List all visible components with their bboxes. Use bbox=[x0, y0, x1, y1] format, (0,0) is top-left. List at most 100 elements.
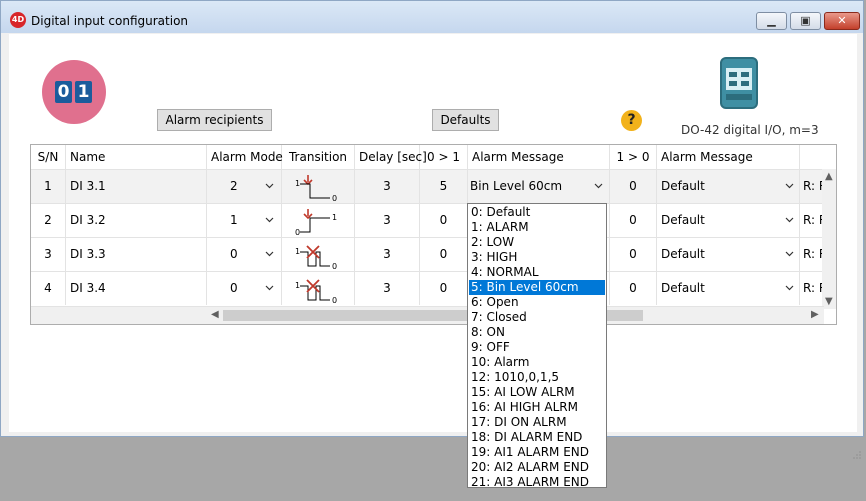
app-4d-icon: 4D bbox=[10, 12, 26, 28]
cell-name[interactable]: DI 3.1 bbox=[66, 170, 207, 203]
header-sn[interactable]: S/N bbox=[31, 145, 66, 169]
title-bar[interactable]: 4D Digital input configuration ▁ ▣ ✕ bbox=[1, 1, 863, 33]
dropdown-option[interactable]: 2: LOW bbox=[469, 235, 605, 250]
scroll-right-icon[interactable]: ▶ bbox=[811, 309, 819, 320]
scroll-up-icon[interactable]: ▲ bbox=[825, 171, 833, 182]
alarm-mode-value: 0 bbox=[230, 281, 238, 295]
cell-delay[interactable]: 3 bbox=[355, 204, 420, 237]
transition-disabled-icon: 1 0 bbox=[295, 245, 337, 270]
cell-up[interactable]: 0 bbox=[420, 204, 468, 237]
dropdown-option[interactable]: 6: Open bbox=[469, 295, 605, 310]
alarm-mode-dropdown[interactable]: 0 bbox=[207, 272, 282, 305]
cell-name[interactable]: DI 3.2 bbox=[66, 204, 207, 237]
dropdown-option[interactable]: 18: DI ALARM END bbox=[469, 430, 605, 445]
dropdown-option[interactable]: 16: AI HIGH ALRM bbox=[469, 400, 605, 415]
dropdown-option[interactable]: 19: AI1 ALARM END bbox=[469, 445, 605, 460]
cell-extra: R: R bbox=[803, 179, 824, 193]
cell-delay[interactable]: 3 bbox=[355, 272, 420, 305]
dropdown-option[interactable]: 10: Alarm bbox=[469, 355, 605, 370]
alarm-message-value: Default bbox=[661, 213, 705, 227]
dropdown-option[interactable]: 21: AI3 ALARM END bbox=[469, 475, 605, 490]
svg-text:1: 1 bbox=[295, 247, 300, 256]
maximize-button[interactable]: ▣ bbox=[790, 12, 821, 30]
dropdown-option[interactable]: 3: HIGH bbox=[469, 250, 605, 265]
table-row[interactable]: 3 DI 3.3 0 1 0 3 0 0 Default R: bbox=[31, 237, 836, 271]
table-row[interactable]: 4 DI 3.4 0 1 0 3 0 0 Default R: bbox=[31, 271, 836, 305]
chevron-down-icon bbox=[265, 217, 274, 223]
dropdown-option[interactable]: 15: AI LOW ALRM bbox=[469, 385, 605, 400]
table-row[interactable]: 1 DI 3.1 2 1 0 3 5 Bin Level 60cm 0 Defa… bbox=[31, 169, 836, 203]
chevron-down-icon bbox=[785, 285, 794, 291]
scroll-down-icon[interactable]: ▼ bbox=[825, 296, 833, 307]
window-title: Digital input configuration bbox=[31, 14, 189, 28]
header-alarm-message-2[interactable]: Alarm Message bbox=[657, 145, 800, 169]
dropdown-option[interactable]: 5: Bin Level 60cm bbox=[469, 280, 605, 295]
header-transition[interactable]: Transition bbox=[282, 145, 355, 169]
resize-grip-icon[interactable] bbox=[852, 450, 862, 460]
chevron-down-icon bbox=[265, 183, 274, 189]
table-row[interactable]: 2 DI 3.2 1 0 1 3 0 0 Default R: bbox=[31, 203, 836, 237]
cell-up[interactable]: 0 bbox=[420, 238, 468, 271]
header-down[interactable]: 1 > 0 bbox=[610, 145, 657, 169]
alarm-message-value: Bin Level 60cm bbox=[470, 179, 563, 193]
svg-text:1: 1 bbox=[332, 213, 337, 222]
cell-extra: R: R bbox=[803, 247, 824, 261]
close-icon: ✕ bbox=[837, 14, 847, 27]
close-button[interactable]: ✕ bbox=[824, 12, 860, 30]
svg-text:0: 0 bbox=[332, 262, 337, 270]
header-up[interactable]: 0 > 1 bbox=[420, 145, 468, 169]
header-delay[interactable]: Delay [sec] bbox=[355, 145, 427, 169]
dropdown-option[interactable]: 9: OFF bbox=[469, 340, 605, 355]
cell-up[interactable]: 0 bbox=[420, 272, 468, 305]
transition-cell: 1 0 bbox=[282, 272, 355, 305]
cell-sn: 3 bbox=[31, 238, 66, 271]
alarm-mode-dropdown[interactable]: 1 bbox=[207, 204, 282, 237]
defaults-button[interactable]: Defaults bbox=[432, 109, 499, 131]
help-icon[interactable]: ? bbox=[621, 110, 642, 131]
minimize-button[interactable]: ▁ bbox=[756, 12, 787, 30]
cell-down[interactable]: 0 bbox=[610, 170, 657, 203]
transition-cell: 0 1 bbox=[282, 204, 355, 237]
cell-name[interactable]: DI 3.3 bbox=[66, 238, 207, 271]
transition-cell: 1 0 bbox=[282, 170, 355, 203]
dropdown-option[interactable]: 12: 1010,0,1,5 bbox=[469, 370, 605, 385]
dropdown-option[interactable]: 1: ALARM bbox=[469, 220, 605, 235]
alarm-mode-dropdown[interactable]: 2 bbox=[207, 170, 282, 203]
cell-down[interactable]: 0 bbox=[610, 238, 657, 271]
header-alarm-mode[interactable]: Alarm Mode bbox=[207, 145, 283, 169]
alarm-mode-value: 1 bbox=[230, 213, 238, 227]
chevron-down-icon bbox=[785, 183, 794, 189]
header-alarm-message-1[interactable]: Alarm Message bbox=[468, 145, 610, 169]
alarm-message-dropdown-2[interactable]: Default bbox=[657, 238, 800, 271]
alarm-message-dropdown-list[interactable]: 0: Default 1: ALARM 2: LOW 3: HIGH 4: NORMAL… bbox=[467, 203, 607, 490]
vertical-scrollbar[interactable]: ▲ ▼ bbox=[822, 169, 836, 309]
cell-delay[interactable]: 3 bbox=[355, 170, 420, 203]
alarm-message-dropdown-1[interactable]: Bin Level 60cm bbox=[468, 170, 610, 203]
svg-text:0: 0 bbox=[295, 228, 300, 236]
dropdown-option[interactable]: 4: NORMAL bbox=[469, 265, 605, 280]
dropdown-option[interactable]: 17: DI ON ALRM bbox=[469, 415, 605, 430]
alarm-mode-dropdown[interactable]: 0 bbox=[207, 238, 282, 271]
cell-down[interactable]: 0 bbox=[610, 272, 657, 305]
cell-up[interactable]: 5 bbox=[420, 170, 468, 203]
alarm-message-dropdown-2[interactable]: Default bbox=[657, 272, 800, 305]
header-name[interactable]: Name bbox=[66, 145, 207, 169]
dropdown-option[interactable]: 7: Closed bbox=[469, 310, 605, 325]
cell-delay[interactable]: 3 bbox=[355, 238, 420, 271]
cell-down[interactable]: 0 bbox=[610, 204, 657, 237]
digital-io-logo-icon: 0 1 bbox=[42, 60, 106, 124]
cell-name[interactable]: DI 3.4 bbox=[66, 272, 207, 305]
svg-text:0: 0 bbox=[332, 194, 337, 202]
alarm-recipients-button[interactable]: Alarm recipients bbox=[157, 109, 272, 131]
alarm-message-dropdown-2[interactable]: Default bbox=[657, 204, 800, 237]
dropdown-option[interactable]: 20: AI2 ALARM END bbox=[469, 460, 605, 475]
alarm-mode-value: 2 bbox=[230, 179, 238, 193]
logo-digit-0: 0 bbox=[55, 81, 72, 103]
scroll-left-icon[interactable]: ◀ bbox=[211, 309, 219, 320]
dropdown-option[interactable]: 0: Default bbox=[469, 205, 605, 220]
svg-text:1: 1 bbox=[295, 179, 300, 188]
dropdown-option[interactable]: 8: ON bbox=[469, 325, 605, 340]
horizontal-scrollbar[interactable]: ◀ ▶ bbox=[31, 306, 824, 324]
transition-low-to-high-icon: 0 1 bbox=[295, 209, 337, 236]
alarm-message-dropdown-2[interactable]: Default bbox=[657, 170, 800, 203]
